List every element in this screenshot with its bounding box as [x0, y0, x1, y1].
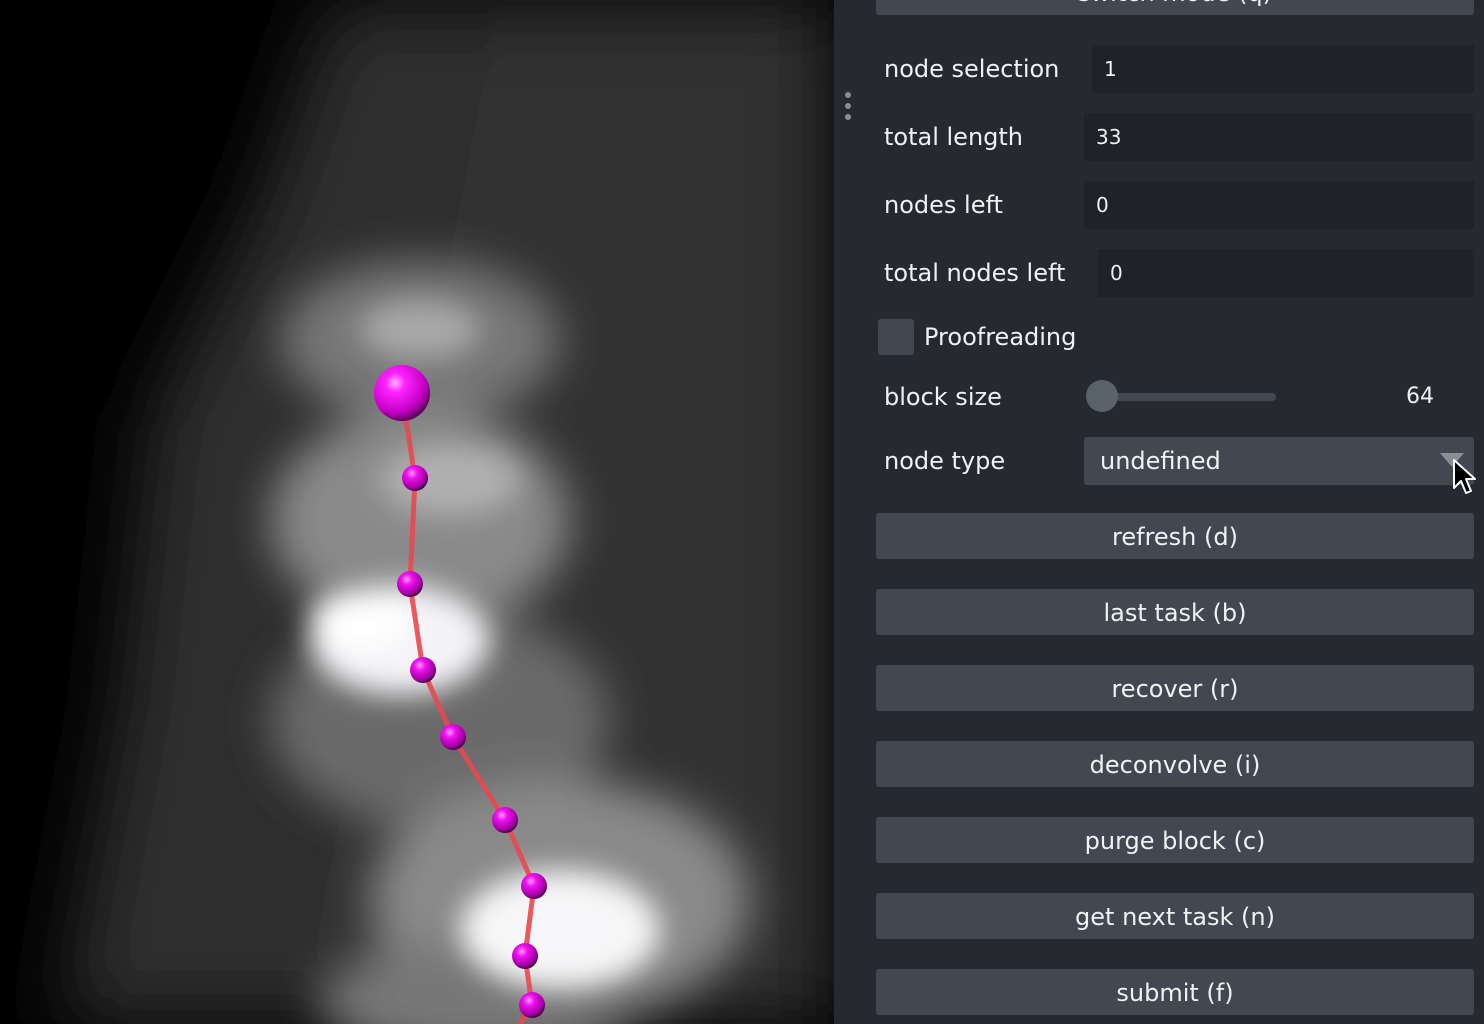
skeleton-node[interactable] [521, 873, 547, 899]
mouse-pointer-icon [1453, 459, 1476, 494]
total-length-label: total length [884, 123, 1024, 151]
skeleton-node[interactable] [440, 724, 466, 750]
node-selection-field[interactable]: 1 [1092, 45, 1474, 93]
proofreading-label: Proofreading [924, 323, 1077, 351]
drag-handle-icon[interactable] [836, 86, 860, 126]
recover-button[interactable]: recover (r) [876, 665, 1474, 711]
block-size-label: block size [884, 383, 1002, 411]
deconvolve-button[interactable]: deconvolve (i) [876, 741, 1474, 787]
node-type-value: undefined [1100, 447, 1221, 475]
proofreading-checkbox[interactable] [878, 319, 914, 355]
node-type-label: node type [884, 447, 1006, 475]
skeleton-node[interactable] [397, 571, 423, 597]
last-task-button[interactable]: last task (b) [876, 589, 1474, 635]
skeleton-node[interactable] [410, 657, 436, 683]
node-selection-label: node selection [884, 55, 1060, 83]
control-panel: switch mode (q) node selection 1 total l… [860, 0, 1484, 1024]
total-nodes-left-field[interactable]: 0 [1098, 249, 1474, 297]
total-length-field[interactable]: 33 [1084, 113, 1474, 161]
viewer-canvas[interactable] [0, 0, 834, 1024]
nodes-left-field[interactable]: 0 [1084, 181, 1474, 229]
block-size-slider-thumb[interactable] [1086, 380, 1118, 412]
nodes-left-label: nodes left [884, 191, 1003, 219]
node-type-select[interactable]: undefined [1084, 437, 1474, 485]
get-next-task-button[interactable]: get next task (n) [876, 893, 1474, 939]
refresh-button[interactable]: refresh (d) [876, 513, 1474, 559]
total-nodes-left-label: total nodes left [884, 259, 1066, 287]
submit-button[interactable]: submit (f) [876, 969, 1474, 1015]
handle-dot [845, 114, 851, 120]
skeleton-node[interactable] [402, 465, 428, 491]
skeleton-node[interactable] [492, 807, 518, 833]
block-size-slider-track[interactable] [1100, 393, 1276, 401]
handle-dot [845, 92, 851, 98]
block-size-value: 64 [1406, 384, 1434, 409]
volume-render [0, 0, 834, 1024]
handle-dot [845, 103, 851, 109]
purge-block-button[interactable]: purge block (c) [876, 817, 1474, 863]
skeleton-node[interactable] [512, 943, 538, 969]
skeleton-node-selected[interactable] [374, 365, 430, 421]
skeleton-node[interactable] [519, 992, 545, 1018]
switch-mode-button[interactable]: switch mode (q) [876, 0, 1474, 15]
